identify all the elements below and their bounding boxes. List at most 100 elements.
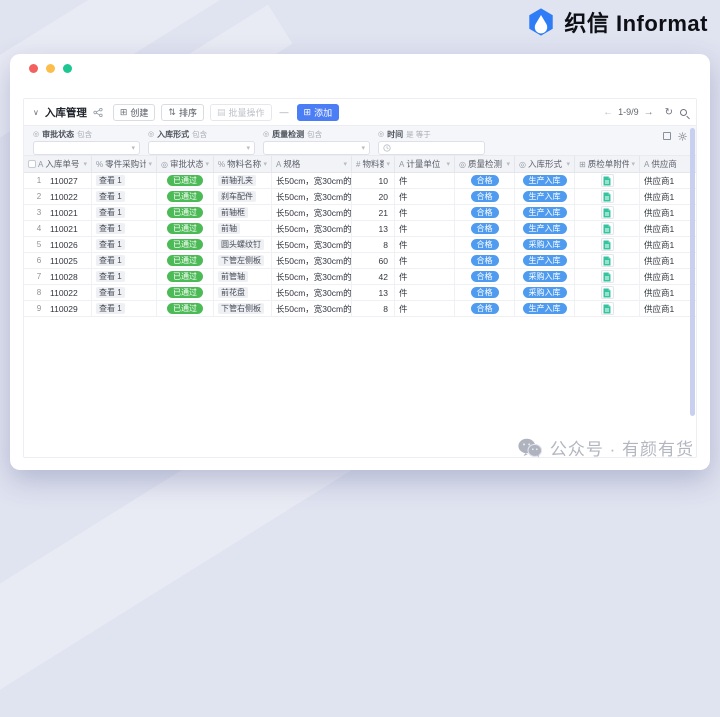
refresh-icon[interactable]: ↻ [665, 107, 673, 118]
column-header-supplier[interactable]: A供应商▾ [640, 156, 697, 172]
filter-select[interactable]: ▾ [263, 141, 370, 155]
column-header-entry_form[interactable]: ◎入库形式▾ [515, 156, 575, 172]
brand-logo: 织信 Informat [526, 6, 708, 38]
chevron-down-icon: ▾ [631, 160, 635, 168]
table-row[interactable]: 9110029查看 1已通过下管右侧板长50cm，宽30cm的SYT8件合格生产… [24, 301, 696, 317]
column-header-purchase_plan[interactable]: %零件采购计划▾ [92, 156, 157, 172]
attachment-file-button[interactable] [601, 254, 614, 267]
cell-purchase_plan: 查看 1 [92, 205, 157, 220]
table-row[interactable]: 7110028查看 1已通过前管轴长50cm，宽30cm的SYT42件合格采购入… [24, 269, 696, 285]
app-frame: ∨ 入库管理 ⊞ 创建 ⇅ 排序 ▤ 批量操作 — [23, 98, 697, 458]
chevron-down-icon: ▾ [446, 160, 450, 168]
cell-supplier: 供应商1 [640, 173, 697, 188]
filter-label-row: ◎审批状态包含 [33, 129, 140, 140]
view-link-tag[interactable]: 查看 1 [96, 271, 125, 282]
cell-purchase_plan: 查看 1 [92, 173, 157, 188]
table-row[interactable]: 5110026查看 1已通过圆头螺纹钉长50cm，宽30cm的SYT8件合格采购… [24, 237, 696, 253]
column-header-approval[interactable]: ◎审批状态▾ [157, 156, 214, 172]
prev-page-icon[interactable]: ← [603, 107, 613, 118]
search-icon[interactable] [680, 109, 687, 116]
table-row[interactable]: 3110021查看 1已通过前轴框长50cm，宽30cm的SYT21件合格生产入… [24, 205, 696, 221]
create-button[interactable]: ⊞ 创建 [113, 104, 156, 121]
cell-unit: 件 [395, 189, 455, 204]
chevron-down-icon[interactable]: ∨ [33, 108, 39, 117]
filter-select[interactable]: ▾ [148, 141, 255, 155]
cell-attachment [575, 189, 640, 204]
column-header-material[interactable]: %物料名称▾ [214, 156, 272, 172]
select-all-checkbox[interactable] [28, 160, 36, 168]
column-label: 质量检测 [468, 158, 505, 170]
row-number: 8 [28, 288, 50, 297]
expand-icon[interactable] [663, 132, 671, 140]
cell-unit: 件 [395, 173, 455, 188]
attachment-file-button[interactable] [601, 206, 614, 219]
add-record-button[interactable]: ⊞ 添加 [297, 104, 340, 121]
filter-select[interactable]: ▾ [33, 141, 140, 155]
status-badge: 已通过 [167, 239, 203, 250]
cell-approval: 已通过 [157, 205, 214, 220]
material-link-tag[interactable]: 下管右侧板 [218, 303, 264, 314]
attachment-file-button[interactable] [601, 286, 614, 299]
maximize-window-button[interactable] [63, 64, 72, 73]
material-link-tag[interactable]: 前轴孔夹 [218, 175, 256, 186]
file-icon [603, 224, 611, 234]
column-header-quality[interactable]: ◎质量检测▾ [455, 156, 515, 172]
column-header-unit[interactable]: A计量单位▾ [395, 156, 455, 172]
column-header-qty[interactable]: #物料数量▾ [352, 156, 395, 172]
attachment-file-button[interactable] [601, 238, 614, 251]
material-link-tag[interactable]: 前轴框 [218, 207, 248, 218]
informat-logo-icon [526, 7, 556, 37]
row-number: 7 [28, 272, 50, 281]
attachment-file-button[interactable] [601, 174, 614, 187]
view-link-tag[interactable]: 查看 1 [96, 255, 125, 266]
order-number-value: 110026 [50, 240, 78, 250]
material-link-tag[interactable]: 刹车配件 [218, 191, 256, 202]
material-link-tag[interactable]: 前轴 [218, 223, 240, 234]
material-link-tag[interactable]: 下管左侧板 [218, 255, 264, 266]
column-header-attachment[interactable]: ⊞质检单附件▾ [575, 156, 640, 172]
cell-approval: 已通过 [157, 189, 214, 204]
minimize-window-button[interactable] [46, 64, 55, 73]
next-page-icon[interactable]: → [644, 107, 654, 118]
view-link-tag[interactable]: 查看 1 [96, 239, 125, 250]
cell-supplier: 供应商1 [640, 269, 697, 284]
share-icon[interactable] [93, 108, 103, 117]
column-header-spec[interactable]: A规格▾ [272, 156, 352, 172]
batch-actions-button[interactable]: ▤ 批量操作 [210, 104, 272, 121]
status-badge: 生产入库 [523, 255, 567, 266]
filter-bar: ◎审批状态包含▾◎入库形式包含▾◎质量检测包含▾◎时间是 等于 [24, 126, 696, 156]
gear-icon[interactable] [678, 132, 687, 141]
sort-button[interactable]: ⇅ 排序 [161, 104, 204, 121]
field-type-icon: % [218, 160, 225, 169]
column-header-order_no[interactable]: A入库单号▾ [24, 156, 92, 172]
attachment-file-button[interactable] [601, 222, 614, 235]
view-link-tag[interactable]: 查看 1 [96, 287, 125, 298]
table-row[interactable]: 4110021查看 1已通过前轴长50cm，宽30cm的SYT13件合格生产入库… [24, 221, 696, 237]
filter-date-input[interactable] [378, 141, 485, 155]
view-link-tag[interactable]: 查看 1 [96, 223, 125, 234]
wechat-icon [518, 438, 542, 458]
cell-qty: 10 [352, 173, 395, 188]
attachment-file-button[interactable] [601, 270, 614, 283]
view-link-tag[interactable]: 查看 1 [96, 191, 125, 202]
material-link-tag[interactable]: 圆头螺纹钉 [218, 239, 264, 250]
material-link-tag[interactable]: 前管轴 [218, 271, 248, 282]
table-row[interactable]: 6110025查看 1已通过下管左侧板长50cm，宽30cm的SYT60件合格生… [24, 253, 696, 269]
status-badge: 生产入库 [523, 303, 567, 314]
close-window-button[interactable] [29, 64, 38, 73]
material-link-tag[interactable]: 前花盘 [218, 287, 248, 298]
attachment-file-button[interactable] [601, 190, 614, 203]
table-row[interactable]: 2110022查看 1已通过刹车配件长50cm，宽30cm的SYT20件合格生产… [24, 189, 696, 205]
more-actions-button[interactable]: — [280, 107, 289, 117]
cell-attachment [575, 269, 640, 284]
cell-purchase_plan: 查看 1 [92, 221, 157, 236]
view-link-tag[interactable]: 查看 1 [96, 303, 125, 314]
view-link-tag[interactable]: 查看 1 [96, 175, 125, 186]
attachment-file-button[interactable] [601, 302, 614, 315]
table-row[interactable]: 1110027查看 1已通过前轴孔夹长50cm，宽30cm的SYT10件合格生产… [24, 173, 696, 189]
vertical-scrollbar[interactable] [690, 128, 695, 416]
status-badge: 合格 [471, 255, 499, 266]
table-row[interactable]: 8110022查看 1已通过前花盘长50cm，宽30cm的SYT13件合格采购入… [24, 285, 696, 301]
cell-attachment [575, 301, 640, 316]
view-link-tag[interactable]: 查看 1 [96, 207, 125, 218]
